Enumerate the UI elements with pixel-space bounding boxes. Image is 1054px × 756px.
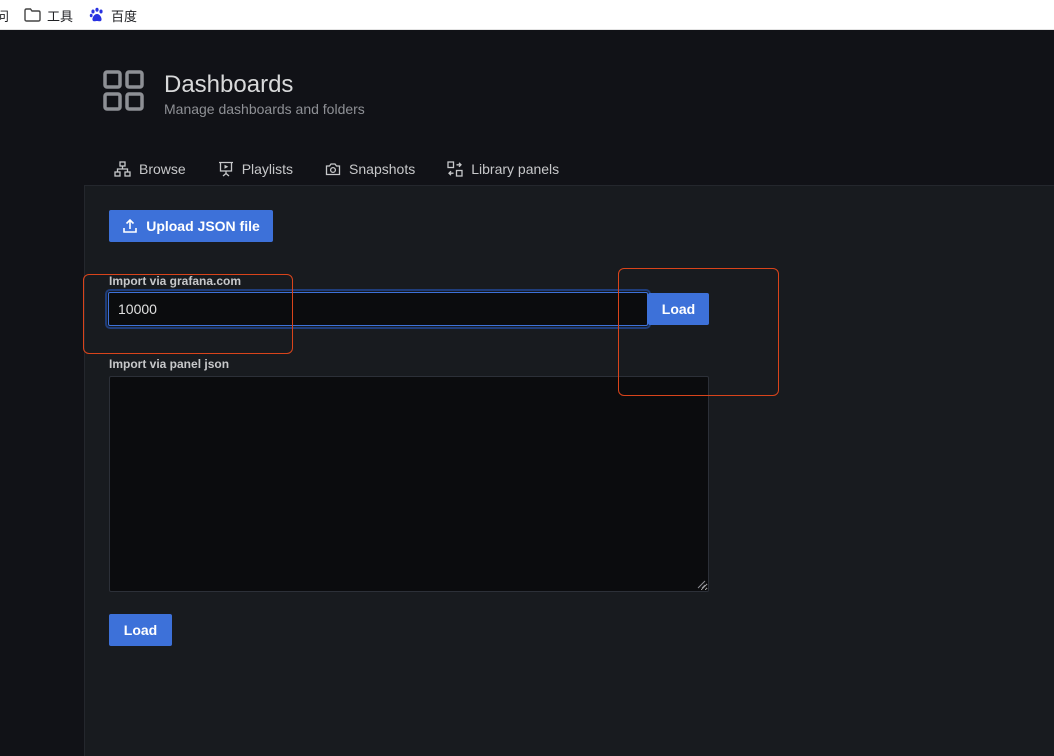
tab-browse-label: Browse	[139, 161, 186, 177]
panel-json-textarea[interactable]	[109, 376, 709, 592]
camera-icon	[325, 163, 341, 176]
bookmark-baidu-label: 百度	[111, 8, 138, 24]
tab-playlists-label: Playlists	[241, 161, 294, 177]
tab-bar: Browse Playlists Snapshots Library panel…	[114, 153, 591, 185]
presentation-play-icon	[218, 161, 233, 177]
tab-library-panels[interactable]: Library panels	[447, 153, 559, 185]
tab-snapshots[interactable]: Snapshots	[325, 153, 415, 185]
resize-grip-icon[interactable]	[697, 580, 706, 589]
tab-snapshots-label: Snapshots	[349, 161, 416, 177]
upload-json-label: Upload JSON file	[146, 218, 260, 234]
apps-grid-icon	[103, 70, 144, 111]
baidu-paw-icon	[89, 7, 103, 22]
bookmark-cut[interactable]: 问	[0, 5, 9, 25]
highlight-annotation-input	[83, 274, 293, 354]
library-panel-icon	[447, 161, 463, 177]
load-panel-json-button[interactable]: Load	[109, 614, 172, 646]
folder-icon	[24, 8, 41, 22]
load-panel-json-label: Load	[123, 622, 158, 638]
grafana-page: Dashboards Manage dashboards and folders…	[0, 31, 1054, 756]
bookmark-cut-label: 问	[0, 8, 10, 24]
bookmark-tools-label: 工具	[47, 8, 74, 24]
page-subtitle: Manage dashboards and folders	[164, 101, 365, 117]
page-title: Dashboards	[164, 71, 294, 98]
panel-json-label: Import via panel json	[109, 357, 230, 371]
tab-library-panels-label: Library panels	[471, 161, 560, 177]
import-content-panel: Upload JSON file Import via grafana.com …	[84, 185, 1054, 756]
sitemap-icon	[114, 161, 131, 177]
highlight-annotation-load	[618, 268, 779, 396]
bookmark-baidu[interactable]: 百度	[89, 5, 137, 25]
tab-playlists[interactable]: Playlists	[218, 153, 293, 185]
upload-icon	[123, 218, 138, 233]
tab-browse[interactable]: Browse	[114, 153, 186, 185]
bookmarks-bar: 问 工具 百度	[0, 0, 1054, 30]
bookmark-folder-tools[interactable]: 工具	[24, 5, 73, 25]
upload-json-button[interactable]: Upload JSON file	[109, 210, 273, 242]
